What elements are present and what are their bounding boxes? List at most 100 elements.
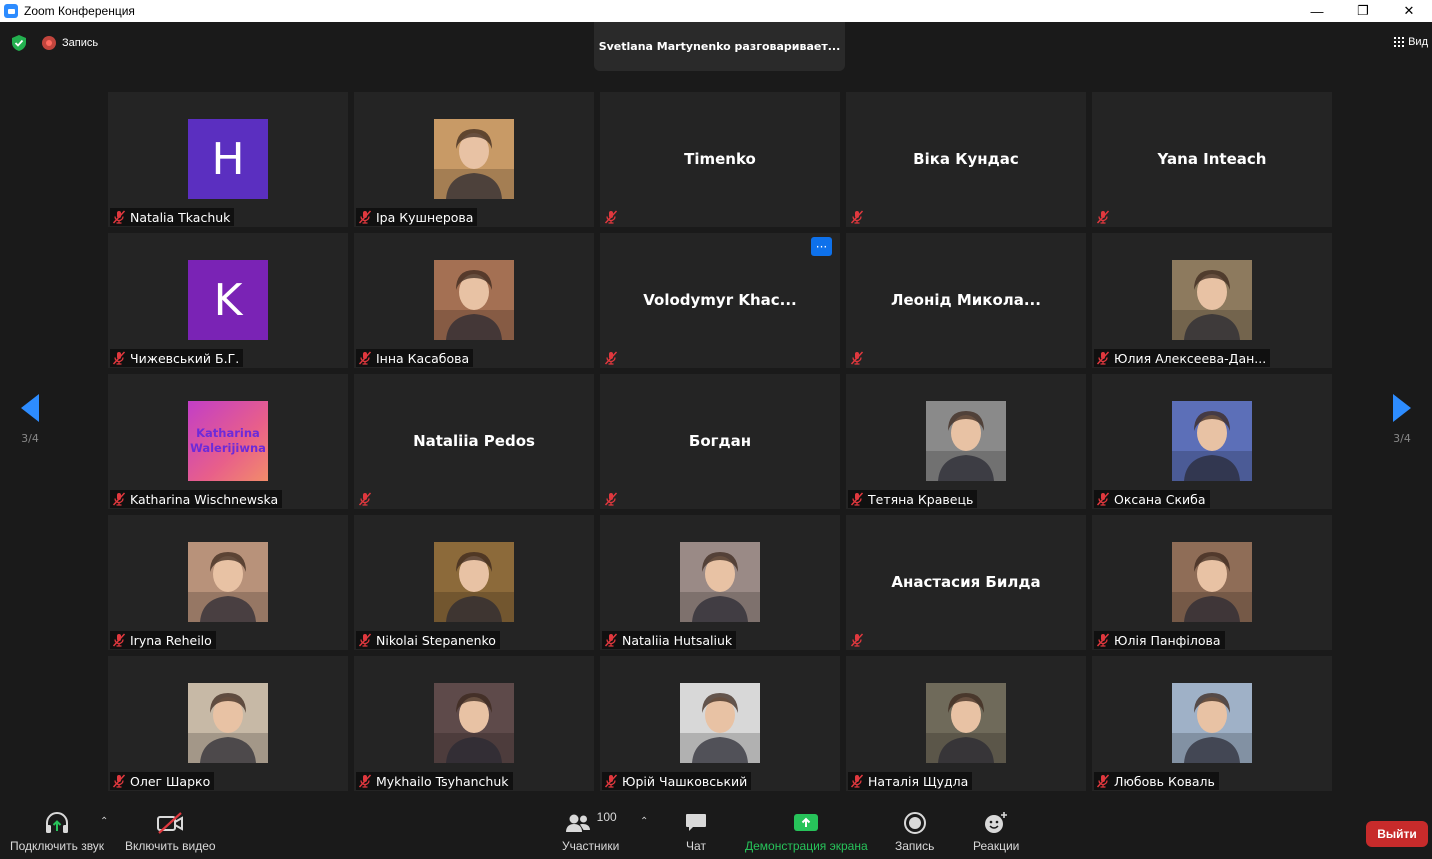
participant-display-name: Timenko [684, 149, 756, 168]
arrow-left-icon [21, 394, 39, 422]
mic-muted-icon [604, 210, 618, 224]
participant-tile[interactable]: Юлия Алексеева-Дан... [1092, 233, 1332, 368]
mic-muted-icon [850, 210, 864, 224]
chat-label: Чат [686, 839, 706, 853]
start-video-button[interactable]: Включить видео [125, 810, 216, 853]
share-screen-button[interactable]: Демонстрация экрана [745, 810, 868, 853]
participant-tile[interactable]: Тетяна Кравець [846, 374, 1086, 509]
mic-muted-icon [1096, 633, 1110, 647]
avatar [188, 542, 268, 622]
participant-display-name: Volodymyr Khac... [643, 290, 797, 309]
page-indicator-left: 3/4 [21, 432, 39, 445]
participant-tile[interactable]: Iryna Reheilo [108, 515, 348, 650]
reactions-label: Реакции [973, 839, 1020, 853]
participant-tile[interactable]: H Natalia Tkachuk [108, 92, 348, 227]
participant-name: Nikolai Stepanenko [376, 632, 496, 648]
more-options-button[interactable]: ··· [811, 237, 832, 256]
record-dot-icon [42, 36, 56, 50]
zoom-app-icon [4, 4, 18, 18]
participant-tile[interactable]: Nataliia Pedos [354, 374, 594, 509]
participant-tile[interactable]: Анастасия Билда [846, 515, 1086, 650]
participant-namebar: Katharina Wischnewska [110, 490, 283, 508]
avatar [434, 260, 514, 340]
reactions-button[interactable]: Реакции [973, 810, 1019, 853]
participant-name: Katharina Wischnewska [130, 491, 279, 507]
chat-button[interactable]: Чат [685, 810, 707, 853]
mic-muted-icon [1096, 774, 1110, 788]
gallery-grid: H Natalia Tkachuk Іра Кушнерова Timenko Віка… [108, 92, 1332, 791]
audio-options-caret-icon[interactable]: ⌃ [100, 816, 108, 827]
participant-tile[interactable]: Volodymyr Khac... ··· [600, 233, 840, 368]
close-button[interactable]: ✕ [1386, 0, 1432, 22]
participant-name: Оксана Скиба [1114, 491, 1206, 507]
record-label: Запись [895, 839, 935, 853]
participant-namebar: Тетяна Кравець [848, 490, 978, 508]
avatar [680, 542, 760, 622]
participant-tile[interactable]: Любовь Коваль [1092, 656, 1332, 791]
participant-tile[interactable]: Іра Кушнерова [354, 92, 594, 227]
participant-name: Natalia Tkachuk [130, 209, 231, 225]
headphones-icon [44, 810, 70, 836]
participant-tile[interactable]: Mykhailo Tsyhanchuk [354, 656, 594, 791]
participant-tile[interactable]: Nikolai Stepanenko [354, 515, 594, 650]
mic-muted-icon [358, 492, 372, 506]
participant-tile[interactable]: Юлія Панфілова [1092, 515, 1332, 650]
mic-muted-icon [358, 210, 372, 224]
recording-indicator[interactable]: Запись [42, 36, 98, 50]
participant-tile[interactable]: Юрій Чашковський [600, 656, 840, 791]
participant-tile[interactable]: Богдан [600, 374, 840, 509]
participant-tile[interactable]: Олег Шарко [108, 656, 348, 791]
video-off-icon [156, 810, 184, 836]
participant-namebar: Олег Шарко [110, 772, 215, 790]
participant-tile[interactable]: Yana Inteach [1092, 92, 1332, 227]
participant-namebar: Іра Кушнерова [356, 208, 478, 226]
participant-tile[interactable]: K Чижевський Б.Г. [108, 233, 348, 368]
window-titlebar: Zoom Конференция — ❐ ✕ [0, 0, 1432, 22]
record-button[interactable]: Запись [895, 810, 934, 853]
participant-display-name: Анастасия Билда [891, 572, 1041, 591]
participant-display-name: Богдан [688, 431, 752, 450]
grid-icon [1394, 37, 1405, 47]
participant-name: Інна Касабова [376, 350, 470, 366]
leave-meeting-button[interactable]: Выйти [1366, 821, 1428, 847]
mic-muted-icon [112, 351, 126, 365]
participant-name: Юрій Чашковський [622, 773, 748, 789]
participant-name: Наталія Щудла [868, 773, 969, 789]
participant-namebar: Юлія Панфілова [1094, 631, 1225, 649]
participant-tile[interactable]: Оксана Скиба [1092, 374, 1332, 509]
participant-namebar: Юлия Алексеева-Дан... [1094, 349, 1271, 367]
next-page-button[interactable]: 3/4 [1372, 394, 1432, 494]
mic-muted-icon [358, 351, 372, 365]
prev-page-button[interactable]: 3/4 [0, 394, 60, 494]
participant-display-name: Nataliia Pedos [413, 431, 535, 450]
participant-name: Юлія Панфілова [1114, 632, 1221, 648]
restore-button[interactable]: ❐ [1340, 0, 1386, 22]
participant-tile[interactable]: Інна Касабова [354, 233, 594, 368]
join-audio-button[interactable]: Подключить звук [10, 810, 104, 853]
mic-muted-icon [850, 633, 864, 647]
view-button[interactable]: Вид [1394, 36, 1428, 48]
participant-tile[interactable]: Timenko [600, 92, 840, 227]
participant-tile[interactable]: Katharina Walerijiwna Katharina Wischnewsk… [108, 374, 348, 509]
participant-namebar [848, 631, 868, 649]
participants-caret-icon[interactable]: ⌃ [640, 816, 648, 827]
participant-tile[interactable]: Віка Кундас [846, 92, 1086, 227]
shield-icon[interactable] [10, 34, 28, 52]
avatar [926, 401, 1006, 481]
avatar [188, 683, 268, 763]
participant-namebar: Наталія Щудла [848, 772, 973, 790]
participant-namebar: Mykhailo Tsyhanchuk [356, 772, 513, 790]
participant-tile[interactable]: Леонід Микола... [846, 233, 1086, 368]
participants-button[interactable]: 100 Участники [562, 810, 619, 853]
participant-tile[interactable]: Наталія Щудла [846, 656, 1086, 791]
avatar-text-line: Katharina [196, 426, 260, 440]
minimize-button[interactable]: — [1294, 0, 1340, 22]
participants-count: 100 [596, 810, 617, 824]
participants-icon [565, 814, 590, 832]
avatar [680, 683, 760, 763]
avatar [434, 683, 514, 763]
recording-label: Запись [62, 37, 99, 49]
participant-tile[interactable]: Nataliia Hutsaliuk [600, 515, 840, 650]
mic-muted-icon [604, 633, 618, 647]
share-screen-icon [793, 810, 819, 836]
